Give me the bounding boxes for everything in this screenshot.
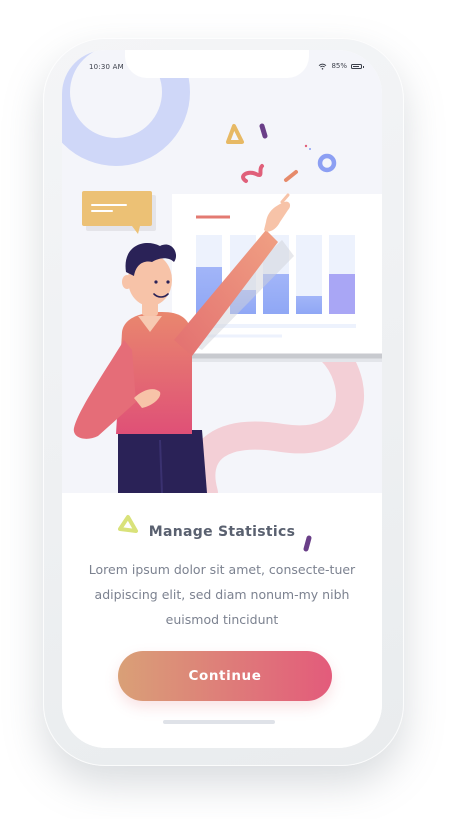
onboarding-content: Manage Statistics Lorem ipsum dolor sit … — [62, 493, 382, 748]
device-notch — [125, 50, 309, 78]
confetti-decoration — [226, 123, 337, 183]
status-bar-indicators: 85% — [318, 62, 364, 70]
battery-icon — [351, 63, 364, 69]
page-title: Manage Statistics — [148, 524, 296, 540]
status-bar-time: 10:30 AM — [89, 63, 124, 71]
hero-illustration — [62, 50, 382, 507]
title-confetti — [118, 515, 312, 552]
speech-bubble-decoration — [82, 191, 156, 234]
hero-illustration-panel: 10:30 AM 85% — [62, 50, 382, 507]
description-text: Lorem ipsum dolor sit amet, consecte-tue… — [88, 562, 356, 627]
home-indicator[interactable] — [163, 720, 275, 724]
battery-percentage: 85% — [331, 62, 347, 70]
decorative-swoosh-shape — [187, 336, 364, 507]
continue-button[interactable]: Continue — [118, 651, 332, 701]
wifi-icon — [319, 63, 327, 70]
app-screen: 10:30 AM 85% Manage Statistics Lorem ips… — [62, 50, 382, 748]
